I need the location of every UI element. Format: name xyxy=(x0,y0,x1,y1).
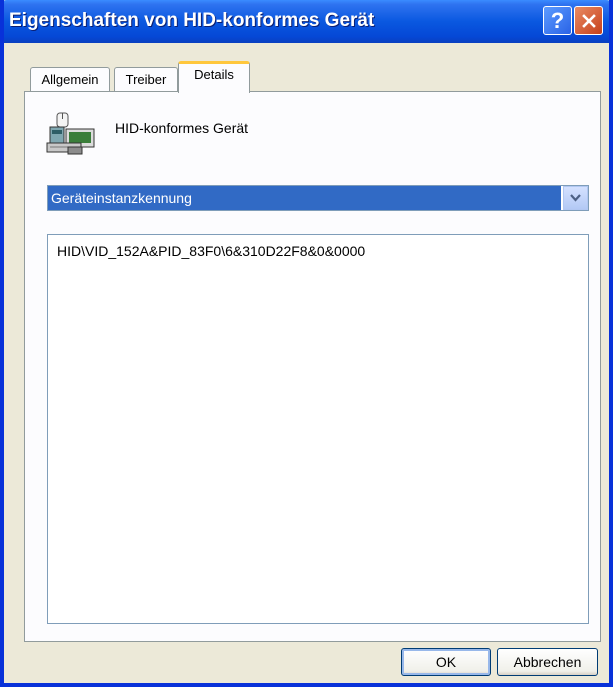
property-dropdown[interactable]: Geräteinstanzkennung xyxy=(47,185,589,211)
title-bar[interactable]: Eigenschaften von HID-konformes Gerät ? xyxy=(4,0,609,43)
tab-label: Allgemein xyxy=(41,72,99,87)
list-item[interactable]: HID\VID_152A&PID_83F0\6&310D22F8&0&0000 xyxy=(57,243,365,259)
window-title: Eigenschaften von HID-konformes Gerät xyxy=(9,10,375,31)
ok-button[interactable]: OK xyxy=(401,648,491,676)
close-icon xyxy=(581,13,596,28)
tab-label: Treiber xyxy=(125,72,167,87)
close-button[interactable] xyxy=(574,6,603,35)
question-mark-icon: ? xyxy=(550,7,565,33)
cancel-button[interactable]: Abbrechen xyxy=(497,648,598,676)
ok-button-label: OK xyxy=(435,654,457,670)
help-button[interactable]: ? xyxy=(543,6,572,35)
tab-treiber[interactable]: Treiber xyxy=(114,67,178,91)
dropdown-button[interactable] xyxy=(563,186,588,210)
device-name: HID-konformes Gerät xyxy=(115,120,249,136)
properties-dialog: Eigenschaften von HID-konformes Gerät ? … xyxy=(0,0,613,687)
property-selected-value: Geräteinstanzkennung xyxy=(48,186,561,210)
tab-label: Details xyxy=(194,67,234,82)
property-value-list[interactable]: HID\VID_152A&PID_83F0\6&310D22F8&0&0000 xyxy=(47,234,589,624)
hid-device-icon xyxy=(46,112,95,155)
tab-details[interactable]: Details xyxy=(178,61,250,93)
tab-allgemein[interactable]: Allgemein xyxy=(30,67,110,91)
chevron-down-icon xyxy=(570,194,581,202)
cancel-button-label: Abbrechen xyxy=(513,654,582,670)
